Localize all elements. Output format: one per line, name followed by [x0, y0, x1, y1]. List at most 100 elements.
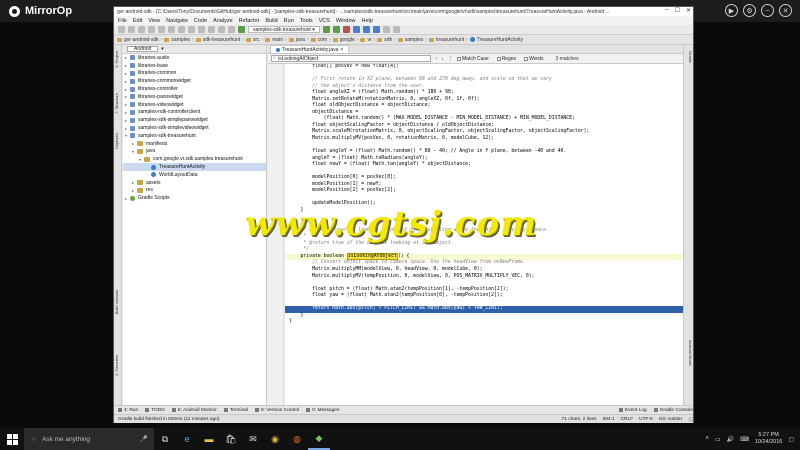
- menu-analyze[interactable]: Analyze: [213, 18, 233, 24]
- tool-window-2-favorites[interactable]: 2: Favorites: [114, 355, 122, 376]
- tree-item[interactable]: ▸ Gradle Scripts: [123, 194, 266, 202]
- tree-item[interactable]: ▸ samples-sdk-simplevideowidget: [123, 124, 266, 132]
- cortana-search[interactable]: ○ Ask me anything 🎤: [24, 428, 154, 450]
- menu-build[interactable]: Build: [265, 18, 277, 24]
- breadcrumb-item[interactable]: treasurehunt: [429, 37, 464, 43]
- project-view-select[interactable]: Android: [127, 46, 159, 52]
- sdk-manager-icon[interactable]: [372, 26, 380, 33]
- file-explorer-icon[interactable]: ▬: [198, 428, 220, 450]
- avd-manager-icon[interactable]: [362, 26, 370, 33]
- tree-item[interactable]: ▸ libraries-controller: [123, 85, 266, 93]
- chevron-down-icon[interactable]: ▾: [161, 46, 164, 52]
- tree-item[interactable]: ▸ libraries-videowidget: [123, 101, 266, 109]
- tree-item[interactable]: ▸ samples-sdk-simplepanowidget: [123, 116, 266, 124]
- tree-item[interactable]: ▸ libraries-commonwidget: [123, 77, 266, 85]
- breadcrumb-item[interactable]: TreasureHuntActivity: [469, 37, 523, 43]
- window-minimize-icon[interactable]: –: [665, 7, 668, 14]
- menu-vcs[interactable]: VCS: [319, 18, 330, 24]
- status-position[interactable]: 594:1: [603, 417, 615, 422]
- menu-view[interactable]: View: [148, 18, 160, 24]
- tree-item[interactable]: ▸ libraries-panowidget: [123, 93, 266, 101]
- bottom-tab-terminal[interactable]: Terminal: [223, 408, 248, 413]
- tool-window-1-project[interactable]: 1: Project: [114, 51, 122, 68]
- bottom-tab-6-android-monitor[interactable]: 6: Android Monitor: [171, 408, 217, 413]
- settings-icon[interactable]: ⚙: [743, 4, 756, 17]
- play-icon[interactable]: ▶: [725, 4, 738, 17]
- open-icon[interactable]: [118, 26, 125, 33]
- menu-window[interactable]: Window: [336, 18, 356, 24]
- android-monitor-icon[interactable]: [382, 26, 390, 33]
- bottom-tab-0-messages[interactable]: 0: Messages: [306, 408, 339, 413]
- menu-help[interactable]: Help: [361, 18, 372, 24]
- breadcrumb-item[interactable]: google: [332, 37, 355, 43]
- run-configuration-select[interactable]: samples-sdk-treasurehunt ▾: [248, 26, 320, 33]
- cut-icon[interactable]: [168, 26, 175, 33]
- store-icon[interactable]: 🛍: [220, 428, 242, 450]
- breadcrumb-item[interactable]: gvr-android-sdk: [117, 37, 159, 43]
- tree-item[interactable]: ▸ res: [123, 187, 266, 195]
- run-icon[interactable]: [322, 26, 330, 33]
- find-option-match-case[interactable]: Match Case: [457, 56, 489, 62]
- edge-icon[interactable]: e: [176, 428, 198, 450]
- breadcrumb-item[interactable]: samples: [164, 37, 190, 43]
- undo-icon[interactable]: [148, 26, 155, 33]
- volume-icon[interactable]: 🔊: [727, 436, 734, 443]
- breadcrumb-item[interactable]: src: [245, 37, 260, 43]
- tree-item[interactable]: ▸ manifests: [123, 140, 266, 148]
- find-up-icon[interactable]: ↑: [435, 56, 438, 62]
- breadcrumb-item[interactable]: main: [265, 37, 283, 43]
- network-icon[interactable]: ▭: [715, 436, 721, 443]
- firefox-icon[interactable]: ◍: [286, 428, 308, 450]
- tree-item[interactable]: ▸ libraries-common: [123, 70, 266, 78]
- android-studio-icon[interactable]: ◆: [308, 428, 330, 450]
- tree-item[interactable]: ▸ libraries-audio: [123, 54, 266, 62]
- menu-code[interactable]: Code: [194, 18, 207, 24]
- tree-item[interactable]: ▾ samples-sdk-treasurehunt: [123, 132, 266, 140]
- breadcrumb-item[interactable]: com: [310, 37, 327, 43]
- find-input[interactable]: isLookingAtObject: [271, 55, 431, 62]
- find-option-words[interactable]: Words: [524, 56, 544, 62]
- minimize-icon[interactable]: –: [761, 4, 774, 17]
- start-button[interactable]: [0, 428, 24, 450]
- make-project-icon[interactable]: [238, 26, 245, 33]
- tree-item[interactable]: WorldLayoutData: [123, 171, 266, 179]
- tree-item[interactable]: ▾ java: [123, 148, 266, 156]
- window-close-icon[interactable]: ✕: [686, 7, 691, 14]
- help-icon[interactable]: [392, 26, 400, 33]
- bottom-tab-9-version-control[interactable]: 9: Version Control: [255, 408, 299, 413]
- save-icon[interactable]: [128, 26, 135, 33]
- tool-window-captures[interactable]: Captures: [114, 133, 122, 149]
- replace-icon[interactable]: [208, 26, 215, 33]
- tool-window-build-variants[interactable]: Build Variants: [114, 290, 122, 314]
- breadcrumb-item[interactable]: sdk: [377, 37, 392, 43]
- bottom-tab-todo[interactable]: TODO: [145, 408, 165, 413]
- breadcrumb-item[interactable]: samples: [397, 37, 423, 43]
- tree-item[interactable]: ▾ com.google.vr.sdk.samples.treasurehunt: [123, 155, 266, 163]
- task-view-icon[interactable]: ⧉: [154, 428, 176, 450]
- menu-run[interactable]: Run: [284, 18, 294, 24]
- code-editor[interactable]: float[] posVec = new float[4]; // First …: [285, 64, 684, 405]
- sync-icon[interactable]: [138, 26, 145, 33]
- copy-icon[interactable]: [178, 26, 185, 33]
- tree-item[interactable]: ▸ samples-ndk-controllerclient: [123, 109, 266, 117]
- tree-item[interactable]: ▸ assets: [123, 179, 266, 187]
- notifications-icon[interactable]: ▢: [788, 436, 794, 443]
- menu-edit[interactable]: Edit: [133, 18, 142, 24]
- find-options-icon[interactable]: ⋮: [448, 56, 453, 62]
- status-git-branch[interactable]: Git: master: [659, 417, 682, 422]
- chrome-icon[interactable]: ◉: [264, 428, 286, 450]
- bottom-tab-event-log[interactable]: Event Log: [619, 408, 647, 413]
- status-encoding[interactable]: UTF-8: [639, 417, 653, 422]
- tree-item[interactable]: ▸ libraries-base: [123, 62, 266, 70]
- tool-window-7-structure[interactable]: 7: Structure: [114, 93, 122, 114]
- tool-window-android-model[interactable]: Android Model: [683, 340, 693, 366]
- menu-navigate[interactable]: Navigate: [166, 18, 188, 24]
- keyboard-icon[interactable]: ⌨: [740, 436, 749, 443]
- bottom-tab-4-run[interactable]: 4: Run: [118, 408, 138, 413]
- menu-file[interactable]: File: [118, 18, 127, 24]
- tree-item[interactable]: TreasureHuntActivity: [123, 163, 266, 171]
- back-icon[interactable]: [218, 26, 225, 33]
- menu-tools[interactable]: Tools: [300, 18, 313, 24]
- status-line-separator[interactable]: CRLF: [621, 417, 634, 422]
- sync-gradle-icon[interactable]: [352, 26, 360, 33]
